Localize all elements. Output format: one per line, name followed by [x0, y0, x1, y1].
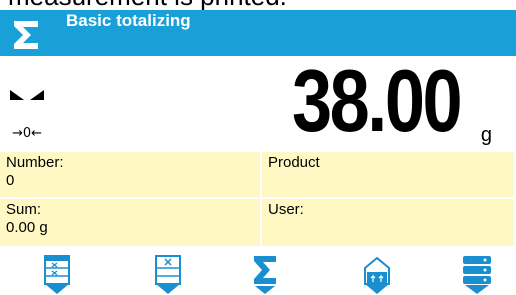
stability-icon	[10, 90, 44, 100]
user-label: User:	[268, 201, 304, 218]
sigma-icon[interactable]	[245, 254, 285, 295]
caption-text: measurement is printed.	[0, 0, 516, 10]
zero-indicator: →0←	[12, 126, 43, 141]
softkey-toolbar	[0, 250, 516, 295]
number-label: Number:	[6, 154, 64, 171]
sum-label: Sum:	[6, 201, 42, 218]
weight-unit: g	[480, 124, 492, 146]
database-icon[interactable]	[457, 254, 497, 295]
tare-icon[interactable]	[357, 254, 397, 295]
cancel-icon[interactable]	[148, 254, 188, 295]
accept-icon[interactable]	[37, 254, 77, 295]
page-title: Basic totalizing	[66, 11, 191, 30]
number-cell: Number: 0	[0, 152, 262, 199]
info-panel: Number: 0 Product Sum: 0.00 g User:	[0, 152, 516, 248]
number-value: 0	[6, 172, 15, 189]
user-cell: User:	[262, 199, 516, 248]
weight-value: 38.00	[291, 51, 463, 150]
sum-cell: Sum: 0.00 g	[0, 199, 262, 248]
sigma-icon	[10, 18, 42, 52]
product-cell: Product	[262, 152, 516, 199]
weight-display: →0← 38.00 g	[0, 52, 516, 152]
sum-value: 0.00 g	[6, 219, 48, 236]
header-bar: Basic totalizing	[0, 10, 516, 56]
product-label: Product	[268, 154, 320, 171]
